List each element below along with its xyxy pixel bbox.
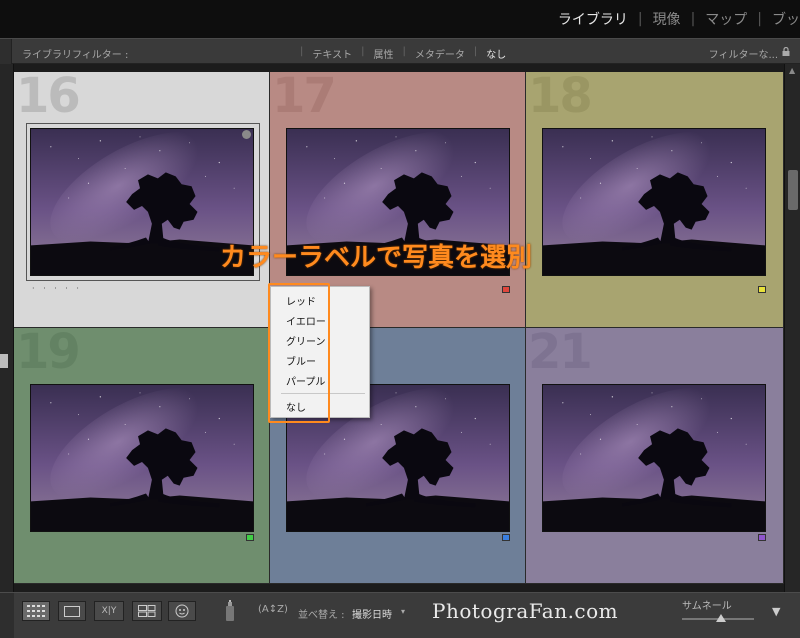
star-rating[interactable]: · · · · ·	[32, 284, 82, 293]
lock-icon[interactable]	[782, 47, 790, 56]
bottom-toolbar: X|Y (A↕Z) 並べ替え : 撮影日時 ▾ PhotograFan.com …	[0, 592, 800, 638]
cell-index-number: 17	[272, 72, 337, 124]
grid-view-icon[interactable]	[22, 601, 50, 621]
survey-view-icon[interactable]	[132, 601, 162, 621]
module-picker-bar: ライブラリ | 現像 | マップ | ブッ	[0, 0, 800, 38]
panel-edge[interactable]	[0, 39, 12, 65]
toolbar-content-menu-icon[interactable]: ▼	[772, 605, 780, 618]
sort-dropdown[interactable]: 撮影日時	[352, 606, 392, 621]
chevron-down-icon[interactable]: ▾	[401, 607, 405, 616]
cell-index-number: 18	[528, 72, 593, 124]
scroll-up-arrow-icon[interactable]: ▲	[789, 66, 795, 75]
grid-cell-19[interactable]: 19	[14, 328, 270, 584]
photo-thumbnail[interactable]	[542, 384, 766, 532]
filter-none[interactable]: なし	[477, 46, 515, 61]
filter-metadata[interactable]: メタデータ	[406, 46, 474, 61]
grid-scrollbar[interactable]: ▲	[784, 64, 800, 592]
grid-cell-16[interactable]: 16 · · · · ·	[14, 72, 270, 328]
people-view-icon[interactable]	[168, 601, 196, 621]
cell-index-number: 16	[16, 72, 81, 124]
sort-label: 並べ替え :	[298, 610, 345, 621]
filter-options: | テキスト | 属性 | メタデータ | なし	[300, 46, 515, 61]
color-label-chip[interactable]	[758, 286, 766, 293]
grid-cell-18[interactable]: 18	[526, 72, 784, 328]
badge-icon[interactable]	[242, 130, 251, 139]
cell-index-number: 21	[528, 328, 593, 380]
module-map[interactable]: マップ	[695, 9, 757, 29]
module-book[interactable]: ブッ	[762, 9, 800, 29]
filter-text[interactable]: テキスト	[303, 46, 361, 61]
cell-index-number: 19	[16, 328, 81, 380]
thumbnail-size-label: サムネール	[682, 601, 732, 612]
photo-thumbnail[interactable]	[542, 128, 766, 276]
annotation-highlight-box	[268, 283, 330, 423]
annotation-caption: カラーラベルで写真を選別	[220, 243, 533, 273]
color-label-chip[interactable]	[502, 286, 510, 293]
site-watermark: PhotograFan.com	[432, 599, 619, 623]
panel-edge[interactable]	[0, 593, 14, 638]
library-filter-bar: ライブラリフィルター : | テキスト | 属性 | メタデータ | なし フィ…	[0, 38, 800, 65]
scrollbar-thumb[interactable]	[788, 170, 798, 210]
painter-spray-icon[interactable]	[224, 600, 236, 622]
photo-thumbnail[interactable]	[30, 384, 254, 532]
left-panel-collapsed[interactable]	[0, 64, 14, 592]
filter-preset-dropdown[interactable]: フィルターな...	[709, 46, 778, 61]
slider-knob[interactable]	[716, 614, 726, 622]
module-list: ライブラリ | 現像 | マップ | ブッ	[548, 0, 800, 38]
module-develop[interactable]: 現像	[643, 9, 691, 29]
loupe-view-icon[interactable]	[58, 601, 86, 621]
grid-view: ▲ 16 · · · · · 17 18 19 21	[0, 64, 800, 592]
color-label-chip[interactable]	[502, 534, 510, 541]
color-label-chip[interactable]	[758, 534, 766, 541]
filter-attribute[interactable]: 属性	[364, 46, 402, 61]
panel-toggle-handle[interactable]	[0, 354, 8, 368]
sort-direction-icon[interactable]: (A↕Z)	[258, 604, 288, 615]
color-label-chip[interactable]	[246, 534, 254, 541]
library-filter-title: ライブラリフィルター :	[22, 50, 129, 61]
compare-view-icon[interactable]: X|Y	[94, 601, 124, 621]
grid-cell-21[interactable]: 21	[526, 328, 784, 584]
module-library[interactable]: ライブラリ	[548, 9, 638, 29]
